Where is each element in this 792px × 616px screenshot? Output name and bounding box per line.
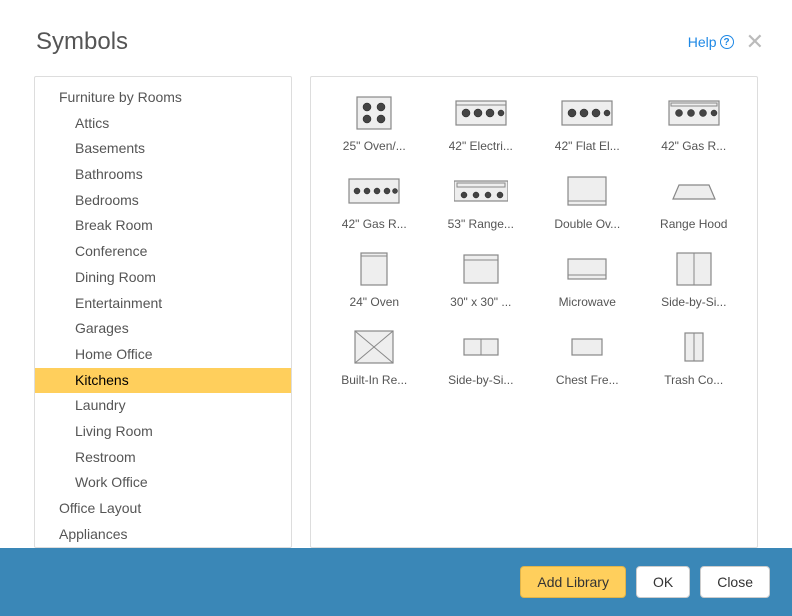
symbol-label: Built-In Re... <box>341 373 407 387</box>
symbol-label: 25" Oven/... <box>343 139 406 153</box>
symbol-label: 42" Gas R... <box>342 217 407 231</box>
symbol-label: 42" Electri... <box>449 139 513 153</box>
help-label: Help <box>688 34 717 50</box>
symbol-rangewide[interactable]: 53" Range... <box>428 171 535 231</box>
tree-group-office-layout[interactable]: Office Layout <box>35 496 291 522</box>
tree-item-conference[interactable]: Conference <box>35 239 291 265</box>
hood-icon <box>667 171 721 211</box>
tree-item-entertainment[interactable]: Entertainment <box>35 291 291 317</box>
tree-item-attics[interactable]: Attics <box>35 111 291 137</box>
symbol-label: Double Ov... <box>554 217 620 231</box>
symbol-label: 42" Flat El... <box>555 139 620 153</box>
symbol-grid: 25" Oven/... 42" Electri... 42" Flat El...… <box>321 93 747 387</box>
help-link[interactable]: Help ? <box>688 34 734 50</box>
tree-group-appliances[interactable]: Appliances <box>35 522 291 548</box>
tree-group-furniture-by-rooms[interactable]: Furniture by Rooms <box>35 85 291 111</box>
tree-item-work-office[interactable]: Work Office <box>35 470 291 496</box>
symbol-oven[interactable]: 24" Oven <box>321 249 428 309</box>
category-tree-panel: Furniture by RoomsAtticsBasementsBathroo… <box>34 76 292 548</box>
tree-item-bathrooms[interactable]: Bathrooms <box>35 162 291 188</box>
tree-item-laundry[interactable]: Laundry <box>35 393 291 419</box>
dialog-body: Furniture by RoomsAtticsBasementsBathroo… <box>0 68 792 548</box>
cooktop-icon <box>454 249 508 289</box>
category-tree: Furniture by RoomsAtticsBasementsBathroo… <box>35 85 291 548</box>
tree-item-basements[interactable]: Basements <box>35 136 291 162</box>
range4w-icon <box>454 93 508 133</box>
gasrange2-icon <box>347 171 401 211</box>
help-icon: ? <box>720 35 734 49</box>
symbol-label: Trash Co... <box>664 373 723 387</box>
symbol-microwave[interactable]: Microwave <box>534 249 641 309</box>
fridge-icon <box>667 249 721 289</box>
symbol-label: 30" x 30" ... <box>450 295 511 309</box>
dialog-footer: Add Library OK Close <box>0 548 792 616</box>
microwave-icon <box>560 249 614 289</box>
tree-item-living-room[interactable]: Living Room <box>35 419 291 445</box>
rangewide-icon <box>454 171 508 211</box>
add-library-button[interactable]: Add Library <box>520 566 626 598</box>
tree-item-kitchens[interactable]: Kitchens <box>35 368 291 394</box>
doubleoven-icon <box>560 171 614 211</box>
symbol-fridge[interactable]: Side-by-Si... <box>641 249 748 309</box>
symbols-dialog: Symbols Help ? ✕ Furniture by RoomsAttic… <box>0 0 792 616</box>
range4-icon <box>347 93 401 133</box>
symbol-label: 53" Range... <box>448 217 514 231</box>
symbol-gasrange2[interactable]: 42" Gas R... <box>321 171 428 231</box>
flatrange-icon <box>560 93 614 133</box>
tree-item-break-room[interactable]: Break Room <box>35 213 291 239</box>
dialog-header: Symbols Help ? ✕ <box>0 0 792 68</box>
symbol-label: 24" Oven <box>349 295 399 309</box>
symbol-grid-panel: 25" Oven/... 42" Electri... 42" Flat El...… <box>310 76 758 548</box>
symbol-fridge2[interactable]: Side-by-Si... <box>428 327 535 387</box>
tree-item-dining-room[interactable]: Dining Room <box>35 265 291 291</box>
tree-item-restroom[interactable]: Restroom <box>35 445 291 471</box>
fridge2-icon <box>454 327 508 367</box>
oven-icon <box>347 249 401 289</box>
symbol-trash[interactable]: Trash Co... <box>641 327 748 387</box>
tree-item-garages[interactable]: Garages <box>35 316 291 342</box>
symbol-range4[interactable]: 25" Oven/... <box>321 93 428 153</box>
gasrange-icon <box>667 93 721 133</box>
symbol-label: Microwave <box>559 295 616 309</box>
symbol-label: Side-by-Si... <box>661 295 726 309</box>
trash-icon <box>667 327 721 367</box>
symbol-chest[interactable]: Chest Fre... <box>534 327 641 387</box>
symbol-gasrange[interactable]: 42" Gas R... <box>641 93 748 153</box>
tree-item-bedrooms[interactable]: Bedrooms <box>35 188 291 214</box>
symbol-doubleoven[interactable]: Double Ov... <box>534 171 641 231</box>
symbol-label: Range Hood <box>660 217 727 231</box>
symbol-flatrange[interactable]: 42" Flat El... <box>534 93 641 153</box>
close-button[interactable]: Close <box>700 566 770 598</box>
symbol-label: 42" Gas R... <box>661 139 726 153</box>
symbol-label: Chest Fre... <box>556 373 619 387</box>
symbol-range4w[interactable]: 42" Electri... <box>428 93 535 153</box>
header-actions: Help ? ✕ <box>688 31 764 53</box>
chest-icon <box>560 327 614 367</box>
symbol-cooktop[interactable]: 30" x 30" ... <box>428 249 535 309</box>
builtinx-icon <box>347 327 401 367</box>
ok-button[interactable]: OK <box>636 566 690 598</box>
tree-item-home-office[interactable]: Home Office <box>35 342 291 368</box>
close-icon[interactable]: ✕ <box>746 31 764 53</box>
symbol-builtinx[interactable]: Built-In Re... <box>321 327 428 387</box>
symbol-hood[interactable]: Range Hood <box>641 171 748 231</box>
dialog-title: Symbols <box>36 28 128 56</box>
symbol-label: Side-by-Si... <box>448 373 513 387</box>
